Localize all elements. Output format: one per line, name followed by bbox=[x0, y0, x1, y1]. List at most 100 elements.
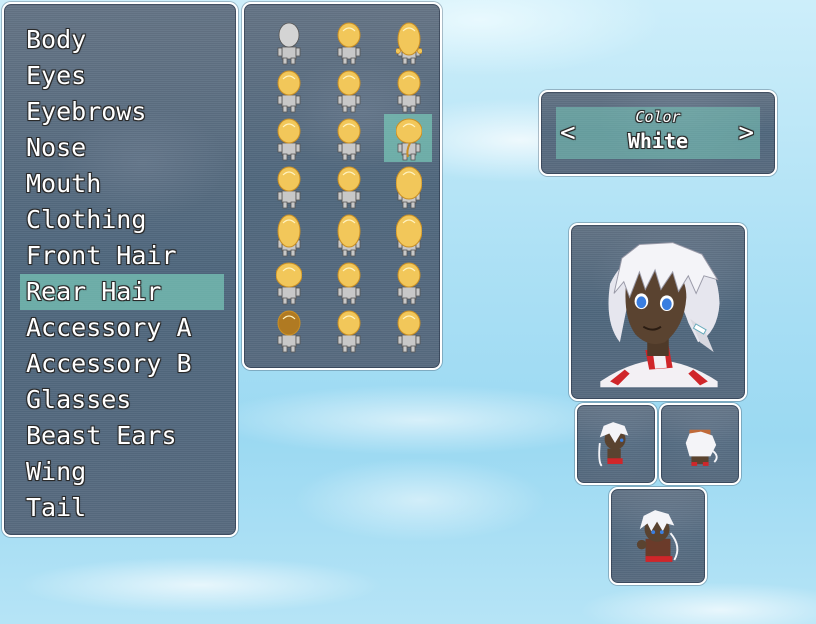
face-portrait bbox=[600, 242, 720, 388]
category-item-beast-ears[interactable]: Beast Ears bbox=[20, 418, 224, 454]
hair-sprite-icon bbox=[396, 118, 422, 161]
mannequin-leg-left bbox=[342, 153, 348, 161]
mannequin-leg-right bbox=[290, 249, 296, 257]
mannequin-arm-right bbox=[415, 95, 421, 105]
mannequin-arm-left bbox=[397, 287, 403, 297]
mannequin-body bbox=[341, 46, 357, 60]
mannequin-body bbox=[341, 286, 357, 300]
part-option-rear-hair-2[interactable] bbox=[384, 18, 432, 66]
mannequin-body bbox=[281, 286, 297, 300]
category-item-tail[interactable]: Tail bbox=[20, 490, 224, 526]
hair-shape bbox=[396, 118, 422, 144]
mannequin-arm-left bbox=[337, 95, 343, 105]
part-option-rear-hair-9[interactable] bbox=[264, 162, 312, 210]
mannequin-arm-left bbox=[277, 335, 283, 345]
mannequin-arm-right bbox=[295, 335, 301, 345]
hair-sprite-icon bbox=[276, 262, 302, 305]
category-item-mouth[interactable]: Mouth bbox=[20, 166, 224, 202]
hair-shape bbox=[276, 262, 302, 288]
mannequin-leg-left bbox=[282, 201, 288, 209]
mannequin-leg-left bbox=[402, 345, 408, 353]
mannequin-arm-left bbox=[277, 143, 283, 153]
mannequin-body bbox=[341, 334, 357, 348]
mannequin-body bbox=[281, 94, 297, 108]
mannequin-body bbox=[341, 142, 357, 156]
part-option-rear-hair-12[interactable] bbox=[264, 210, 312, 258]
part-option-rear-hair-6[interactable] bbox=[264, 114, 312, 162]
category-item-nose[interactable]: Nose bbox=[20, 130, 224, 166]
part-option-rear-hair-20[interactable] bbox=[384, 306, 432, 354]
category-label: Wing bbox=[26, 457, 87, 486]
category-item-wing[interactable]: Wing bbox=[20, 454, 224, 490]
side-preview-window bbox=[575, 403, 657, 485]
part-option-rear-hair-7[interactable] bbox=[324, 114, 372, 162]
category-label: Nose bbox=[26, 133, 87, 162]
category-item-front-hair[interactable]: Front Hair bbox=[20, 238, 224, 274]
mannequin-leg-left bbox=[282, 105, 288, 113]
hair-shape bbox=[277, 166, 301, 192]
mannequin-arm-left bbox=[337, 143, 343, 153]
part-option-rear-hair-13[interactable] bbox=[324, 210, 372, 258]
mannequin-arm-left bbox=[337, 191, 343, 201]
category-item-eyebrows[interactable]: Eyebrows bbox=[20, 94, 224, 130]
color-selector-window: < Color White > bbox=[539, 90, 777, 176]
category-label: Eyebrows bbox=[26, 97, 147, 126]
sprite-shoes bbox=[607, 458, 623, 464]
parts-grid bbox=[258, 18, 438, 354]
part-option-rear-hair-1[interactable] bbox=[324, 18, 372, 66]
mannequin-arm-right bbox=[355, 47, 361, 57]
category-item-clothing[interactable]: Clothing bbox=[20, 202, 224, 238]
mannequin-leg-right bbox=[350, 57, 356, 65]
hair-braid-left bbox=[396, 48, 401, 54]
category-item-body[interactable]: Body bbox=[20, 22, 224, 58]
category-label: Mouth bbox=[26, 169, 102, 198]
part-option-rear-hair-3[interactable] bbox=[264, 66, 312, 114]
part-option-rear-hair-4[interactable] bbox=[324, 66, 372, 114]
mannequin-leg-right bbox=[410, 201, 416, 209]
part-option-rear-hair-10[interactable] bbox=[324, 162, 372, 210]
category-item-rear-hair[interactable]: Rear Hair bbox=[20, 274, 224, 310]
mannequin-body bbox=[401, 286, 417, 300]
part-option-rear-hair-14[interactable] bbox=[384, 210, 432, 258]
part-option-rear-hair-19[interactable] bbox=[324, 306, 372, 354]
part-option-none[interactable] bbox=[264, 18, 312, 66]
mannequin-leg-right bbox=[290, 105, 296, 113]
sprite-ponytail bbox=[711, 449, 718, 463]
hair-shape bbox=[277, 310, 301, 336]
mannequin-leg-left bbox=[342, 57, 348, 65]
category-label: Eyes bbox=[26, 61, 87, 90]
hair-sprite-icon bbox=[396, 22, 422, 65]
category-item-eyes[interactable]: Eyes bbox=[20, 58, 224, 94]
mannequin-leg-left bbox=[402, 297, 408, 305]
iris-right bbox=[661, 298, 672, 311]
mannequin-body bbox=[401, 94, 417, 108]
mannequin-leg-left bbox=[402, 57, 408, 65]
mannequin-leg-left bbox=[282, 345, 288, 353]
part-option-rear-hair-8[interactable] bbox=[384, 114, 432, 162]
color-selector[interactable]: < Color White > bbox=[556, 107, 760, 159]
mannequin-leg-right bbox=[410, 57, 416, 65]
part-option-rear-hair-11[interactable] bbox=[384, 162, 432, 210]
hair-sprite-icon bbox=[337, 262, 361, 305]
category-label: Body bbox=[26, 25, 87, 54]
category-item-accessory-a[interactable]: Accessory A bbox=[20, 310, 224, 346]
mannequin-body bbox=[341, 190, 357, 204]
part-option-rear-hair-17[interactable] bbox=[384, 258, 432, 306]
part-option-rear-hair-16[interactable] bbox=[324, 258, 372, 306]
category-item-glasses[interactable]: Glasses bbox=[20, 382, 224, 418]
category-item-accessory-b[interactable]: Accessory B bbox=[20, 346, 224, 382]
hair-shape bbox=[337, 118, 361, 144]
color-next-arrow-icon[interactable]: > bbox=[738, 119, 754, 147]
mannequin-arm-left bbox=[337, 335, 343, 345]
hair-shape bbox=[397, 262, 421, 288]
part-option-rear-hair-5[interactable] bbox=[384, 66, 432, 114]
part-option-rear-hair-18[interactable] bbox=[264, 306, 312, 354]
side-walk-sprite bbox=[598, 422, 629, 467]
mannequin-arm-right bbox=[355, 95, 361, 105]
mannequin-body bbox=[401, 334, 417, 348]
part-option-rear-hair-15[interactable] bbox=[264, 258, 312, 306]
mannequin-arm-right bbox=[355, 335, 361, 345]
color-value: White bbox=[627, 129, 689, 153]
hair-sprite-icon bbox=[396, 166, 422, 209]
mannequin-arm-left bbox=[337, 47, 343, 57]
